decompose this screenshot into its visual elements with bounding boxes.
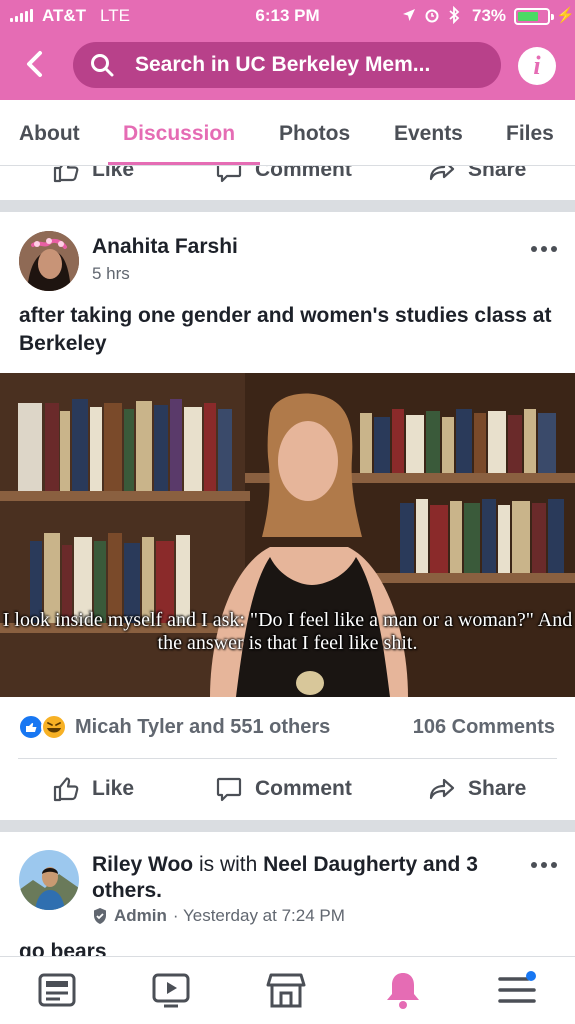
post-text: go bears xyxy=(19,940,107,956)
alarm-icon xyxy=(425,9,439,23)
tab-about[interactable]: About xyxy=(19,122,80,146)
share-button[interactable]: Share xyxy=(428,166,526,200)
with-text: is with xyxy=(193,853,264,876)
post-separator xyxy=(0,200,575,212)
charging-bolt-icon: ⚡ xyxy=(556,7,575,24)
group-tabs: About Discussion Photos Events Files xyxy=(0,100,575,166)
app-screen: AT&T LTE 6:13 PM 73% ⚡ Search in UC Berk… xyxy=(0,0,575,1024)
post-meta: Admin · Yesterday at 7:24 PM xyxy=(92,906,345,926)
like-button[interactable]: Like xyxy=(52,759,134,819)
tagged-person[interactable]: Neel Daugherty xyxy=(263,853,417,876)
status-bar: AT&T LTE 6:13 PM 73% ⚡ xyxy=(0,0,575,32)
back-chevron-icon[interactable] xyxy=(22,48,50,80)
comment-label: Comment xyxy=(255,166,352,181)
video-icon[interactable] xyxy=(150,969,192,1011)
tab-files[interactable]: Files xyxy=(506,122,554,146)
post-author-line: Riley Woo is with Neel Daugherty and 3 o… xyxy=(92,852,522,904)
comment-button[interactable]: Comment xyxy=(215,759,352,819)
admin-shield-icon xyxy=(94,908,106,924)
bottom-tab-bar xyxy=(0,956,575,1024)
more-options-icon[interactable] xyxy=(531,862,557,868)
post-separator xyxy=(0,820,575,832)
comment-count[interactable]: 106 Comments xyxy=(413,716,555,739)
admin-badge: Admin xyxy=(114,906,167,925)
post-text: after taking one gender and women's stud… xyxy=(19,304,552,355)
battery-percent: 73% xyxy=(472,6,507,25)
like-label: Like xyxy=(92,166,135,181)
share-label: Share xyxy=(468,166,527,181)
tab-events[interactable]: Events xyxy=(394,122,463,146)
avatar[interactable] xyxy=(19,231,79,291)
share-arrow-icon xyxy=(429,166,455,181)
like-label: Like xyxy=(92,777,135,800)
post-author[interactable]: Anahita Farshi xyxy=(92,235,238,259)
reaction-icons[interactable] xyxy=(18,714,68,740)
reaction-count[interactable]: Micah Tyler and 551 others xyxy=(75,716,330,739)
haha-reaction-icon xyxy=(41,714,67,740)
location-arrow-icon xyxy=(403,9,415,21)
tab-photos[interactable]: Photos xyxy=(279,122,350,146)
notifications-icon[interactable] xyxy=(382,969,424,1011)
news-feed-icon[interactable] xyxy=(36,969,78,1011)
group-search-bar[interactable]: Search in UC Berkeley Mem... xyxy=(73,42,501,88)
comment-button[interactable]: Comment xyxy=(215,166,352,200)
post-timestamp[interactable]: 5 hrs xyxy=(92,264,130,284)
previous-post-actions: Like Comment Share xyxy=(0,166,575,200)
comment-label: Comment xyxy=(255,777,352,800)
avatar-photo xyxy=(19,850,79,910)
post-author[interactable]: Riley Woo xyxy=(92,853,193,876)
thumbs-up-icon xyxy=(53,166,79,183)
search-icon xyxy=(91,54,114,77)
share-label: Share xyxy=(468,777,527,800)
post-actions: Like Comment Share xyxy=(0,759,575,819)
photo-caption: I look inside myself and I ask: "Do I fe… xyxy=(2,609,573,654)
more-options-icon[interactable] xyxy=(531,246,557,252)
search-placeholder: Search in UC Berkeley Mem... xyxy=(135,53,431,76)
menu-icon[interactable] xyxy=(496,969,538,1011)
info-icon[interactable]: i xyxy=(518,47,556,85)
avatar[interactable] xyxy=(19,850,79,910)
discussion-feed[interactable]: Like Comment Share Anahita Farshi 5 hrs … xyxy=(0,166,575,956)
battery-icon xyxy=(514,8,554,25)
post-photo[interactable]: I look inside myself and I ask: "Do I fe… xyxy=(0,373,575,697)
tab-discussion[interactable]: Discussion xyxy=(123,122,235,146)
bluetooth-icon xyxy=(449,6,460,24)
like-button[interactable]: Like xyxy=(52,166,134,200)
status-icons xyxy=(402,6,460,24)
post-timestamp[interactable]: · Yesterday at 7:24 PM xyxy=(173,906,345,926)
marketplace-icon[interactable] xyxy=(265,969,307,1011)
avatar-photo xyxy=(19,231,79,291)
share-arrow-icon xyxy=(429,778,455,800)
top-bar: AT&T LTE 6:13 PM 73% ⚡ Search in UC Berk… xyxy=(0,0,575,100)
comment-bubble-icon xyxy=(216,777,242,802)
share-button[interactable]: Share xyxy=(428,759,526,819)
comment-bubble-icon xyxy=(216,166,242,183)
active-tab-indicator xyxy=(108,162,260,165)
thumbs-up-icon xyxy=(53,777,79,802)
